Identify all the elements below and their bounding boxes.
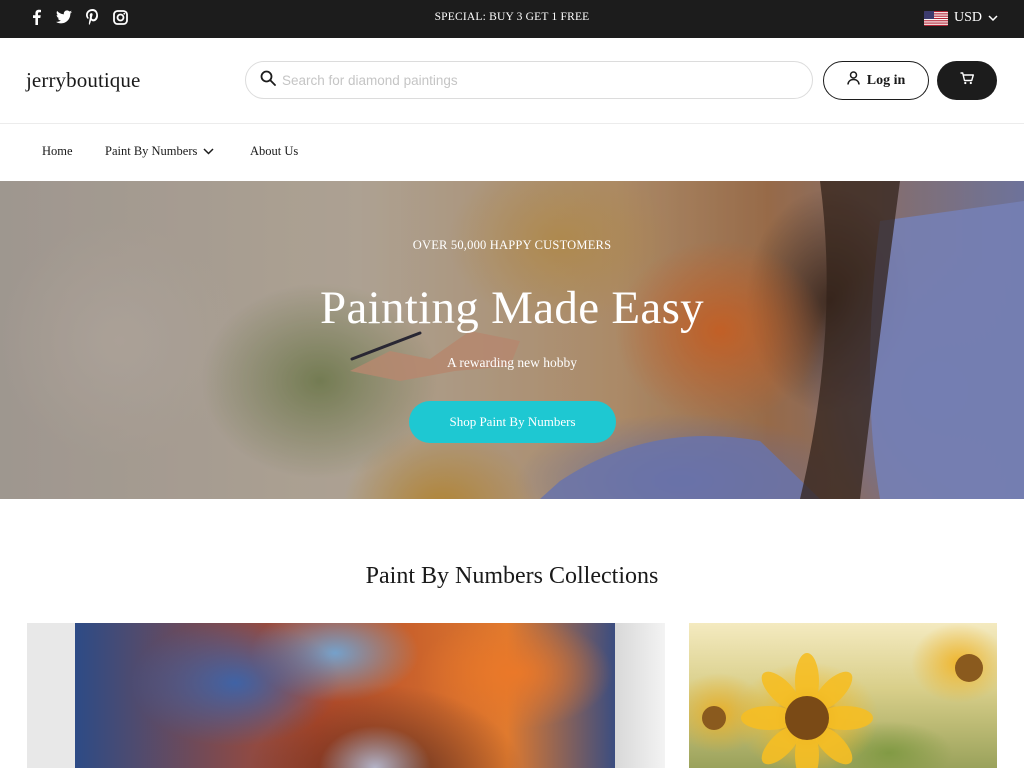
site-logo[interactable]: jerryboutique bbox=[26, 68, 140, 93]
currency-label: USD bbox=[953, 10, 982, 25]
collection-card[interactable] bbox=[689, 623, 997, 768]
search-icon bbox=[260, 70, 276, 91]
login-label: Log in bbox=[866, 72, 906, 88]
nav-item-label: About Us bbox=[250, 144, 299, 158]
hero-title: Painting Made Easy bbox=[320, 282, 704, 334]
collections-heading: Paint By Numbers Collections bbox=[365, 563, 659, 589]
collection-card[interactable] bbox=[27, 623, 665, 768]
site-header: jerryboutique Log in bbox=[0, 38, 1024, 124]
main-nav: Home Paint By Numbers About Us bbox=[0, 125, 1024, 181]
chevron-down-icon bbox=[203, 144, 214, 159]
login-button[interactable]: Log in bbox=[823, 61, 929, 100]
search-input[interactable] bbox=[282, 72, 802, 88]
canvas-frame bbox=[615, 623, 665, 768]
cart-icon bbox=[960, 71, 974, 90]
user-icon bbox=[846, 71, 860, 90]
hero-overlay bbox=[0, 181, 1024, 499]
sunflower-image bbox=[702, 653, 983, 768]
hero-banner: OVER 50,000 HAPPY CUSTOMERS Painting Mad… bbox=[0, 181, 1024, 499]
cart-button[interactable] bbox=[937, 61, 997, 100]
nav-item-paint-by-numbers[interactable]: Paint By Numbers bbox=[105, 144, 214, 159]
currency-selector[interactable]: USD bbox=[923, 10, 998, 26]
shop-paint-by-numbers-button[interactable]: Shop Paint By Numbers bbox=[409, 401, 616, 443]
hero-eyebrow: OVER 50,000 HAPPY CUSTOMERS bbox=[412, 238, 612, 252]
promo-message: SPECIAL: BUY 3 GET 1 FREE bbox=[434, 11, 590, 23]
hero-subtitle: A rewarding new hobby bbox=[446, 355, 578, 370]
chevron-down-icon bbox=[988, 10, 998, 26]
nav-item-label: Paint By Numbers bbox=[105, 144, 198, 158]
nav-item-home[interactable]: Home bbox=[42, 144, 73, 159]
nav-item-label: Home bbox=[42, 144, 73, 158]
nav-item-about-us[interactable]: About Us bbox=[250, 144, 298, 159]
us-flag-icon bbox=[923, 10, 948, 26]
search-bar[interactable] bbox=[245, 61, 813, 99]
collection-image bbox=[75, 623, 615, 768]
announcement-bar: SPECIAL: BUY 3 GET 1 FREE USD bbox=[0, 0, 1024, 38]
